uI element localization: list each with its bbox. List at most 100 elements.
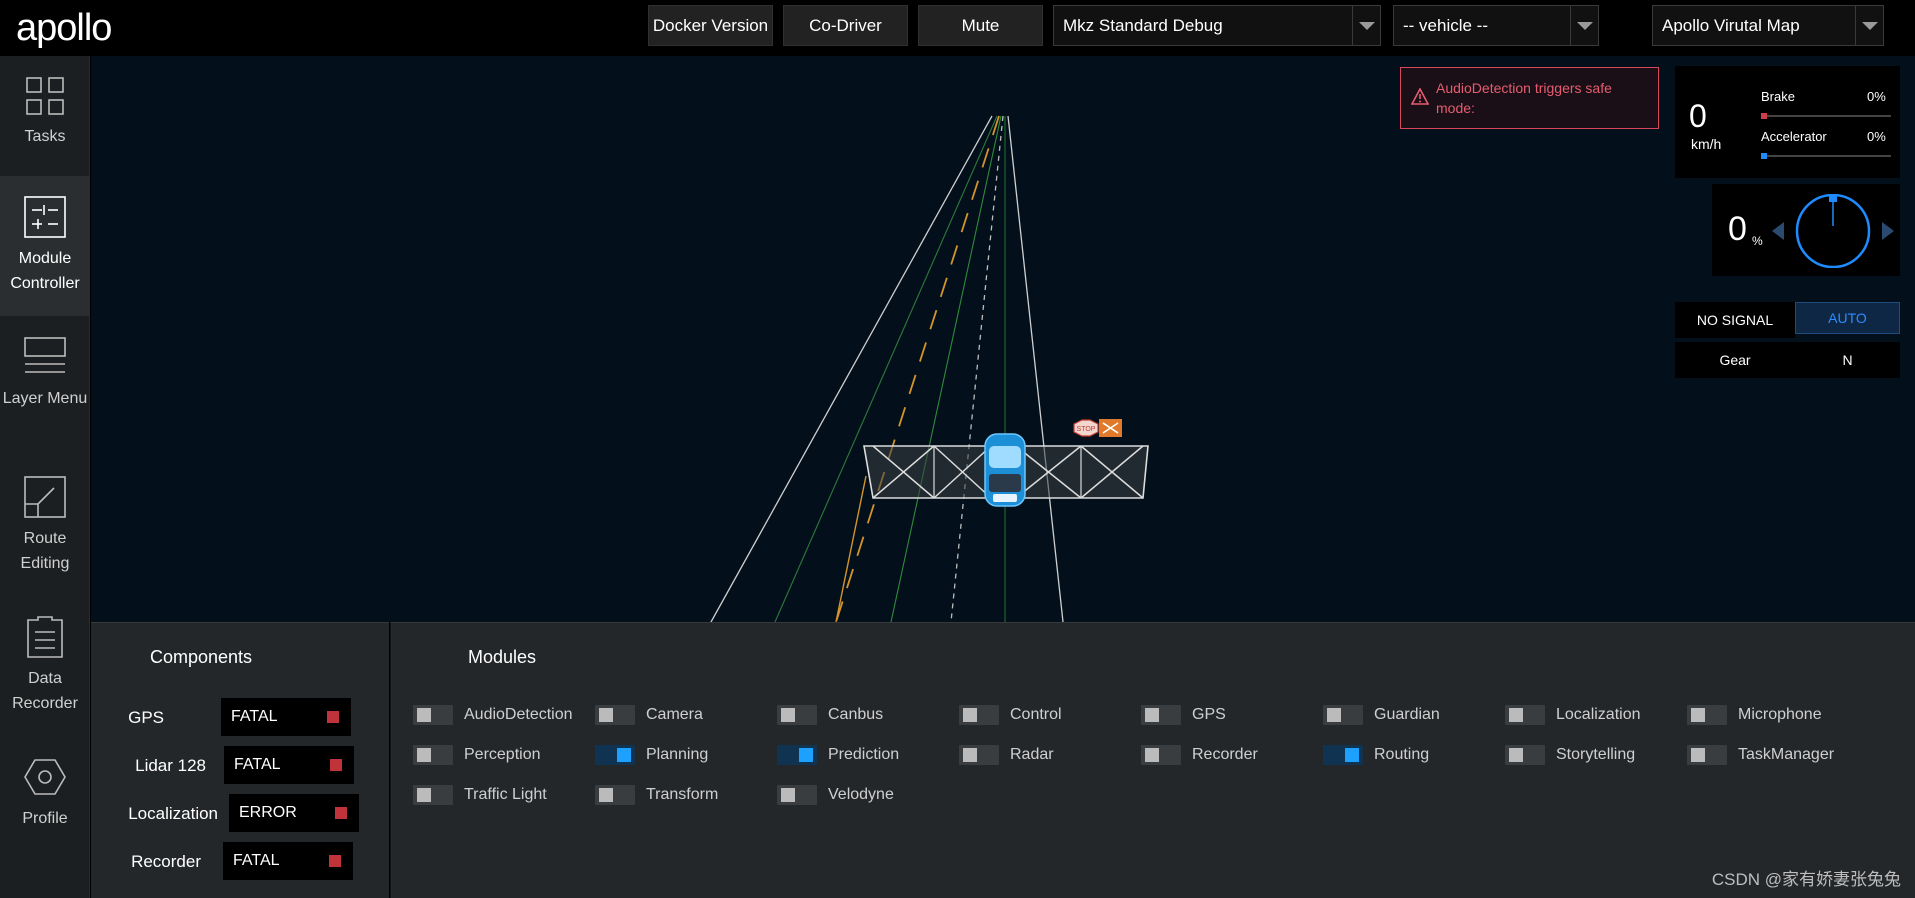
steering-wheel-gauge bbox=[1772, 194, 1894, 268]
brake-value: 0% bbox=[1867, 89, 1886, 104]
toggle-knob bbox=[417, 748, 431, 762]
toggle-switch[interactable] bbox=[959, 745, 999, 765]
toggle-switch[interactable] bbox=[777, 745, 817, 765]
module-toggle-gps[interactable]: GPS bbox=[1141, 702, 1226, 728]
toggle-switch[interactable] bbox=[413, 785, 453, 805]
toggle-switch[interactable] bbox=[413, 745, 453, 765]
map-select[interactable]: Apollo Virutal Map bbox=[1652, 5, 1884, 46]
sidebar-item-profile[interactable]: Profile bbox=[0, 736, 90, 856]
component-status: ERROR bbox=[229, 794, 359, 832]
sidebar-item-label: Layer Menu bbox=[2, 390, 88, 407]
module-label: Guardian bbox=[1374, 706, 1440, 723]
toggle-knob bbox=[1691, 708, 1705, 722]
module-label: Perception bbox=[464, 746, 541, 763]
co-driver-button[interactable]: Co-Driver bbox=[783, 5, 908, 46]
scene-view[interactable]: STOP bbox=[91, 56, 1915, 622]
module-toggle-control[interactable]: Control bbox=[959, 702, 1062, 728]
module-label: Planning bbox=[646, 746, 709, 763]
sidebar-item-tasks[interactable]: Tasks bbox=[0, 56, 90, 196]
toggle-knob bbox=[417, 788, 431, 802]
component-row: Localization ERROR bbox=[91, 794, 389, 832]
module-toggle-perception[interactable]: Perception bbox=[413, 742, 541, 768]
component-row: GPS FATAL bbox=[91, 698, 389, 736]
lane-line bbox=[890, 115, 1002, 622]
sidebar-item-label: Data Recorder bbox=[12, 670, 78, 712]
vehicle-select[interactable]: -- vehicle -- bbox=[1393, 5, 1599, 46]
component-status: FATAL bbox=[223, 842, 353, 880]
toggle-switch[interactable] bbox=[777, 705, 817, 725]
module-toggle-microphone[interactable]: Microphone bbox=[1687, 702, 1822, 728]
module-label: Localization bbox=[1556, 706, 1641, 723]
center-line bbox=[835, 475, 867, 622]
brake-label: Brake bbox=[1761, 89, 1795, 104]
toggle-switch[interactable] bbox=[1323, 705, 1363, 725]
module-toggle-transform[interactable]: Transform bbox=[595, 782, 718, 808]
sidebar-item-layer-menu[interactable]: Layer Menu bbox=[0, 316, 90, 456]
sidebar-item-data-recorder[interactable]: Data Recorder bbox=[0, 596, 90, 736]
warning-icon bbox=[1411, 88, 1429, 105]
toggle-switch[interactable] bbox=[1141, 705, 1181, 725]
docker-version-button[interactable]: Docker Version bbox=[648, 5, 773, 46]
mute-button[interactable]: Mute bbox=[918, 5, 1043, 46]
module-toggle-planning[interactable]: Planning bbox=[595, 742, 708, 768]
grid-icon bbox=[26, 77, 64, 115]
speed-value: 0 bbox=[1689, 98, 1707, 134]
toggle-switch[interactable] bbox=[1323, 745, 1363, 765]
module-label: GPS bbox=[1192, 706, 1226, 723]
toggle-switch[interactable] bbox=[777, 785, 817, 805]
module-toggle-storytelling[interactable]: Storytelling bbox=[1505, 742, 1635, 768]
module-label: Control bbox=[1010, 706, 1062, 723]
module-toggle-traffic-light[interactable]: Traffic Light bbox=[413, 782, 547, 808]
brake-bar bbox=[1761, 113, 1891, 119]
sidebar-item-route-editing[interactable]: Route Editing bbox=[0, 456, 90, 596]
alert-text: AudioDetection triggers safe mode: bbox=[1436, 80, 1612, 116]
toggle-switch[interactable] bbox=[1141, 745, 1181, 765]
module-label: Transform bbox=[646, 786, 719, 803]
toggle-knob bbox=[963, 708, 977, 722]
module-toggle-velodyne[interactable]: Velodyne bbox=[777, 782, 894, 808]
speed-unit: km/h bbox=[1691, 136, 1722, 152]
toggle-switch[interactable] bbox=[595, 705, 635, 725]
module-toggle-prediction[interactable]: Prediction bbox=[777, 742, 899, 768]
modules-title: Modules bbox=[468, 647, 537, 667]
module-toggle-radar[interactable]: Radar bbox=[959, 742, 1054, 768]
toggle-switch[interactable] bbox=[413, 705, 453, 725]
mode-select[interactable]: Mkz Standard Debug bbox=[1053, 5, 1381, 46]
accelerator-bar-fill bbox=[1761, 153, 1767, 159]
speed-panel: 0 km/h Brake 0% Accelerator 0% bbox=[1675, 66, 1900, 178]
component-row: Lidar 128 FATAL bbox=[91, 746, 389, 784]
toggle-switch[interactable] bbox=[595, 785, 635, 805]
toggle-switch[interactable] bbox=[959, 705, 999, 725]
watermark: CSDN @家有娇妻张兔兔 bbox=[1711, 870, 1901, 889]
sidebar-item-module-controller[interactable]: Module Controller bbox=[0, 176, 90, 316]
module-toggle-recorder[interactable]: Recorder bbox=[1141, 742, 1258, 768]
toggle-switch[interactable] bbox=[595, 745, 635, 765]
module-toggle-camera[interactable]: Camera bbox=[595, 702, 703, 728]
steering-panel: 0 % bbox=[1712, 184, 1900, 276]
toggle-knob bbox=[599, 788, 613, 802]
toggle-switch[interactable] bbox=[1505, 705, 1545, 725]
module-toggle-routing[interactable]: Routing bbox=[1323, 742, 1429, 768]
component-name: Recorder bbox=[131, 852, 201, 871]
hexagon-icon bbox=[24, 759, 66, 795]
toggle-switch[interactable] bbox=[1687, 705, 1727, 725]
module-toggle-guardian[interactable]: Guardian bbox=[1323, 702, 1440, 728]
chevron-down-icon bbox=[1570, 6, 1598, 45]
module-toggle-canbus[interactable]: Canbus bbox=[777, 702, 883, 728]
components-panel: Components GPS FATAL Lidar 128 FATAL Loc… bbox=[91, 622, 389, 898]
module-label: Prediction bbox=[828, 746, 900, 763]
component-row: Recorder FATAL bbox=[91, 842, 389, 880]
module-toggle-localization[interactable]: Localization bbox=[1505, 702, 1641, 728]
toggle-switch[interactable] bbox=[1687, 745, 1727, 765]
sidebar-item-label: Module Controller bbox=[10, 250, 80, 292]
sidebar-item-label: Profile bbox=[22, 810, 68, 827]
module-label: Storytelling bbox=[1556, 746, 1636, 763]
chevron-down-icon bbox=[1855, 6, 1883, 45]
toggle-knob bbox=[1145, 708, 1159, 722]
module-toggle-audiodetection[interactable]: AudioDetection bbox=[413, 702, 573, 728]
map-select-value: Apollo Virutal Map bbox=[1662, 15, 1800, 35]
module-toggle-taskmanager[interactable]: TaskManager bbox=[1687, 742, 1834, 768]
stop-sign-icon: STOP bbox=[1073, 419, 1099, 437]
toggle-switch[interactable] bbox=[1505, 745, 1545, 765]
module-label: Camera bbox=[646, 706, 703, 723]
